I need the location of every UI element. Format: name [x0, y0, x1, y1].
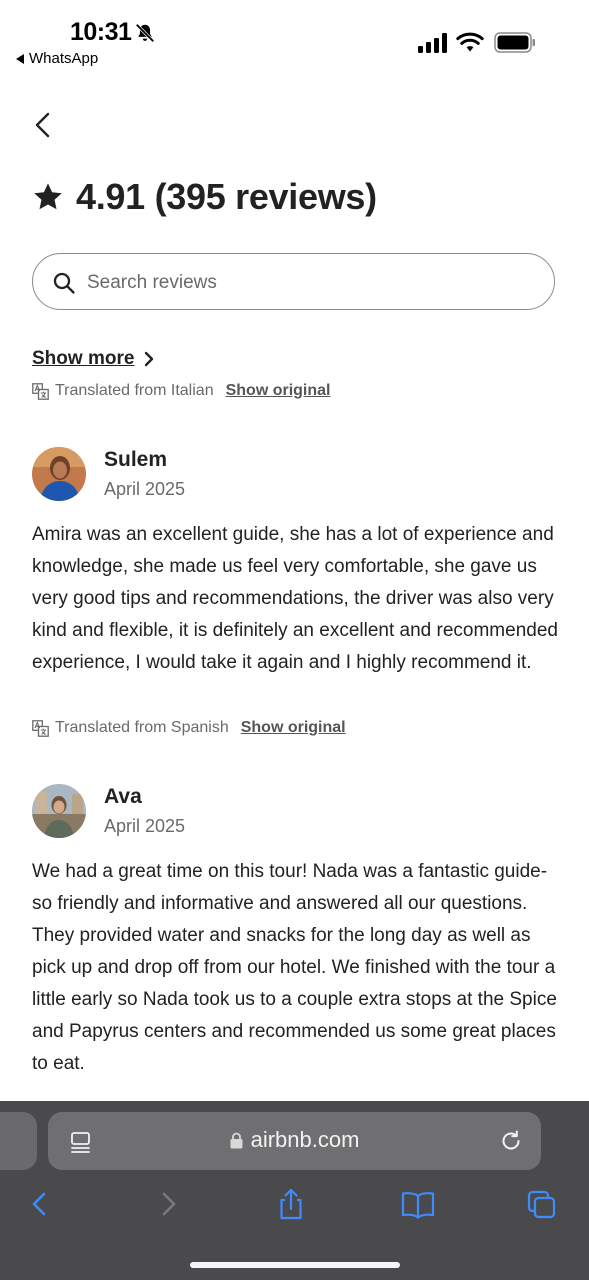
- avatar[interactable]: [32, 447, 86, 501]
- search-input[interactable]: [85, 264, 529, 302]
- lock-icon: [230, 1132, 243, 1148]
- bell-slash-icon: [135, 23, 155, 43]
- reviewer-name: Ava: [104, 785, 142, 808]
- search-icon: [53, 272, 75, 294]
- star-icon: [34, 183, 62, 210]
- translate-icon: [32, 382, 49, 400]
- translation-notice: Translated from Spanish Show original: [32, 719, 346, 737]
- translate-icon: [32, 719, 49, 737]
- status-time: 10:31: [70, 18, 132, 46]
- translation-text: Translated from Spanish: [55, 719, 229, 736]
- reviewer-name: Sulem: [104, 448, 168, 471]
- rating-text: 4.91 (395 reviews): [76, 176, 377, 217]
- show-more-link[interactable]: Show more: [32, 348, 156, 370]
- reviewer-photo: [32, 447, 86, 501]
- rating-summary: 4.91 (395 reviews): [32, 176, 377, 218]
- translation-notice: Translated from Italian Show original: [32, 382, 330, 400]
- chevron-right-icon: [145, 351, 154, 367]
- previous-tab-preview[interactable]: [0, 1112, 37, 1170]
- url-display[interactable]: airbnb.com: [48, 1127, 541, 1153]
- cellular-signal-icon: [418, 33, 447, 53]
- show-original-link[interactable]: Show original: [226, 382, 331, 400]
- show-original-link[interactable]: Show original: [241, 719, 346, 737]
- address-bar[interactable]: airbnb.com: [48, 1112, 541, 1170]
- browser-forward-icon: [162, 1192, 176, 1216]
- back-app-label: WhatsApp: [29, 50, 99, 67]
- bookmarks-icon[interactable]: [400, 1187, 436, 1221]
- translation-text: Translated from Italian: [55, 382, 214, 399]
- back-to-app-link[interactable]: WhatsApp: [16, 50, 98, 67]
- reload-icon[interactable]: [499, 1129, 523, 1153]
- battery-icon: [494, 32, 535, 53]
- show-more-label: Show more: [32, 348, 135, 369]
- wifi-icon: [456, 32, 484, 52]
- share-icon[interactable]: [275, 1187, 307, 1221]
- url-text: airbnb.com: [250, 1127, 360, 1152]
- review-date: April 2025: [104, 816, 186, 836]
- back-arrow-icon[interactable]: [30, 110, 58, 140]
- reviewer-photo: [32, 784, 86, 838]
- review-text: Amira was an excellent guide, she has a …: [32, 524, 558, 673]
- browser-back-icon[interactable]: [24, 1187, 56, 1221]
- back-triangle-icon: [16, 53, 24, 64]
- tabs-icon[interactable]: [526, 1187, 558, 1221]
- search-reviews-field[interactable]: [32, 253, 555, 310]
- avatar[interactable]: [32, 784, 86, 838]
- home-indicator[interactable]: [190, 1262, 400, 1268]
- review-date: April 2025: [104, 479, 186, 499]
- review-text: We had a great time on this tour! Nada w…: [32, 861, 557, 1074]
